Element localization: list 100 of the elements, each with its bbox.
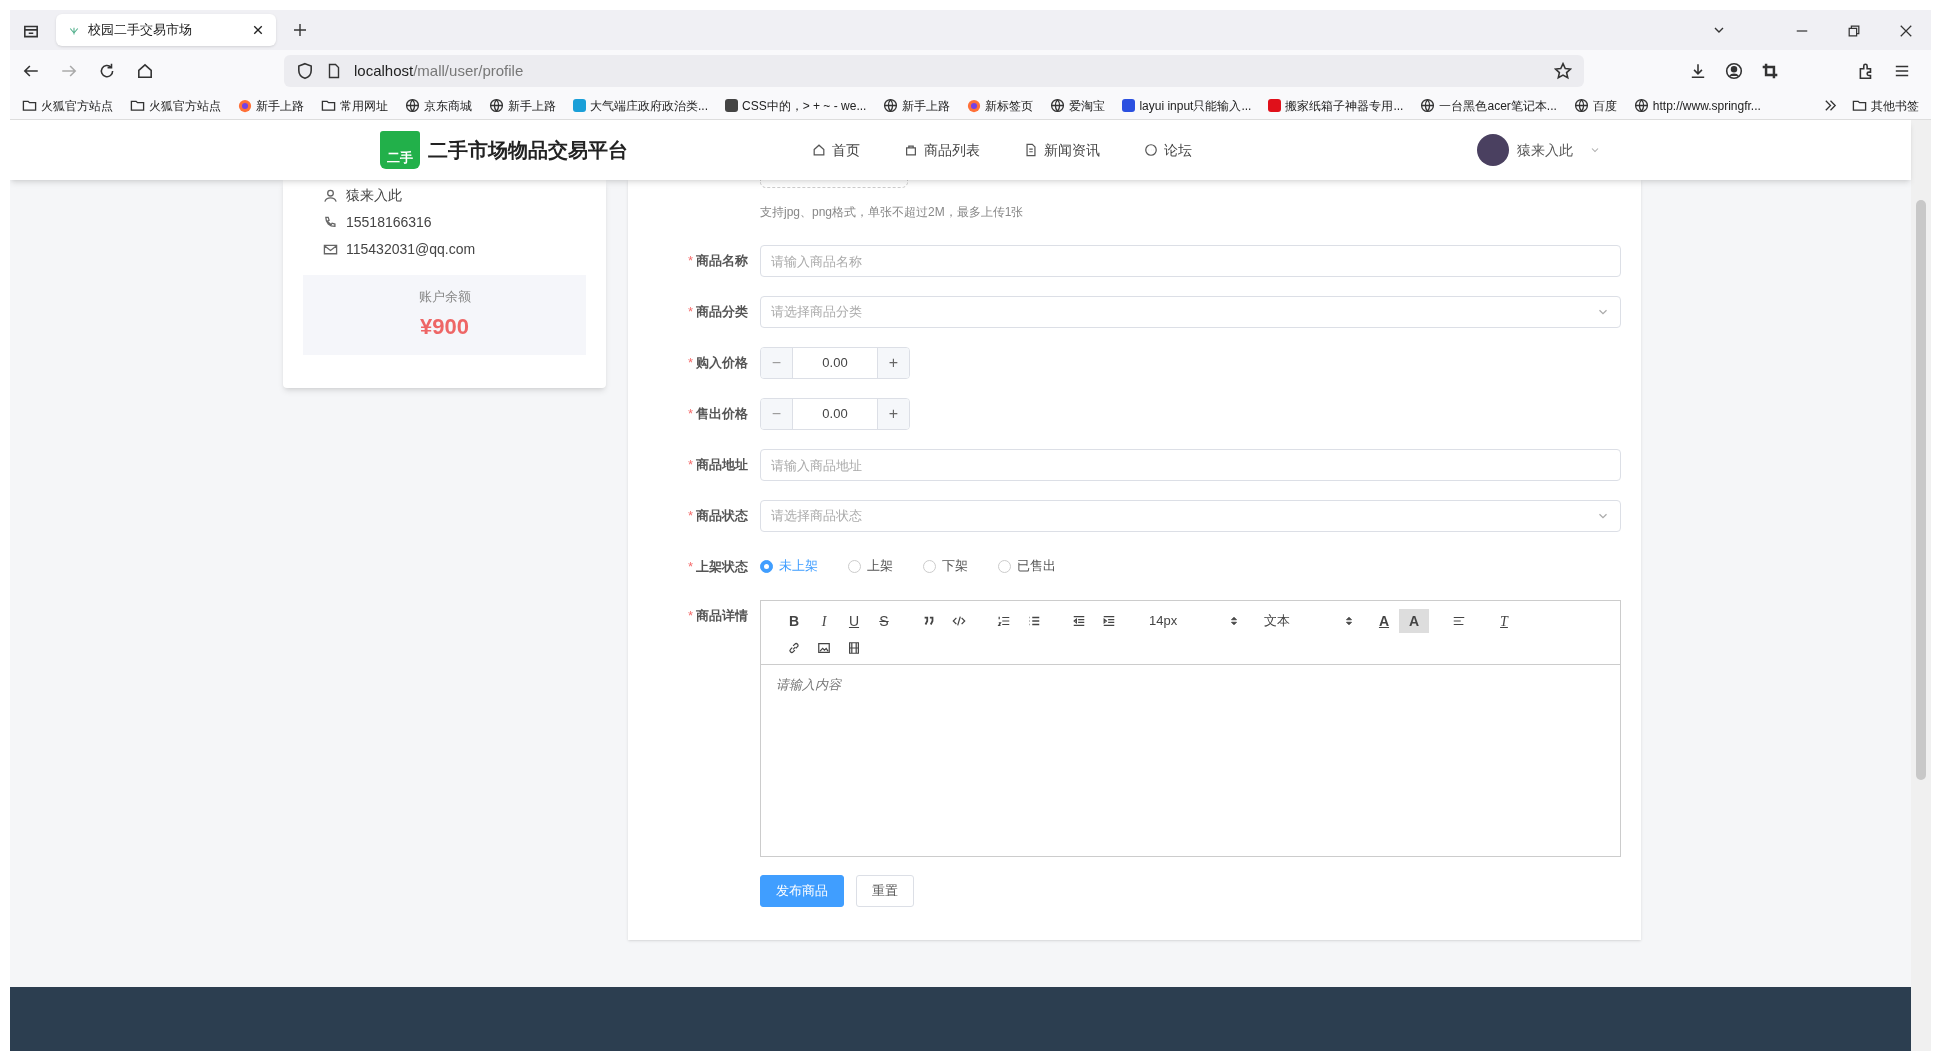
- field-label: 购入价格: [696, 354, 748, 372]
- logo-badge: 二手: [380, 131, 420, 169]
- color-button[interactable]: A: [1369, 609, 1399, 633]
- editor-content[interactable]: 请输入内容: [761, 665, 1620, 856]
- number-input[interactable]: − 0.00 +: [760, 398, 910, 430]
- nav-link[interactable]: 论坛: [1144, 139, 1192, 161]
- close-icon[interactable]: [252, 24, 264, 36]
- nav-link[interactable]: 首页: [812, 139, 860, 161]
- address-bar[interactable]: localhost/mall/user/profile: [284, 55, 1584, 87]
- text-input[interactable]: 请输入商品名称: [760, 245, 1621, 277]
- ol-icon: [997, 614, 1011, 628]
- account-icon[interactable]: [1725, 62, 1743, 80]
- bookmark-item[interactable]: 新手上路: [883, 96, 951, 115]
- phone-number: 15518166316: [346, 213, 432, 232]
- background-button[interactable]: A: [1399, 609, 1429, 633]
- field-label: 商品详情: [696, 607, 748, 625]
- radio-option[interactable]: 上架: [848, 556, 893, 576]
- close-icon[interactable]: [1899, 24, 1913, 38]
- download-icon[interactable]: [1689, 62, 1707, 80]
- home-icon[interactable]: [136, 62, 154, 80]
- globe-icon: [883, 98, 899, 113]
- underline-button[interactable]: U: [839, 609, 869, 633]
- chevrons-right-icon[interactable]: [1823, 98, 1838, 113]
- indent-icon: [1102, 614, 1116, 628]
- balance-label: 账户余额: [418, 287, 471, 306]
- shield-icon: [296, 62, 314, 80]
- field-label: 上架状态: [696, 558, 748, 576]
- field-label: 商品分类: [696, 303, 748, 321]
- bold-button[interactable]: B: [779, 609, 809, 633]
- strike-button[interactable]: S: [869, 609, 899, 633]
- globe-icon: [1633, 98, 1649, 113]
- doc-icon: [1024, 143, 1038, 157]
- upload-hint: 支持jpg、png格式，单张不超过2M，最多上传1张: [760, 204, 1025, 221]
- new-tab-icon[interactable]: [292, 22, 308, 38]
- font-picker[interactable]: 文本: [1264, 611, 1354, 631]
- nav-link[interactable]: 新闻资讯: [1024, 139, 1100, 161]
- bookmark-item[interactable]: 京东商城: [405, 96, 472, 115]
- globe-icon: [489, 98, 504, 113]
- star-icon[interactable]: [1554, 62, 1572, 80]
- clean-button[interactable]: T: [1489, 609, 1519, 633]
- ul-icon: [1027, 614, 1041, 628]
- field-label: 商品状态: [696, 507, 748, 525]
- font-size-picker[interactable]: 14px: [1149, 611, 1239, 631]
- increase-button[interactable]: +: [877, 399, 909, 429]
- bookmark-item[interactable]: 新手上路: [489, 96, 556, 115]
- scrollbar[interactable]: [1911, 120, 1931, 1051]
- home-icon: [812, 143, 826, 157]
- tab-title: 校园二手交易市场: [88, 21, 193, 40]
- user-menu[interactable]: 猿来入此: [1477, 134, 1601, 166]
- balance-amount: ¥900: [420, 313, 469, 342]
- browser-tab[interactable]: 校园二手交易市场: [56, 14, 276, 46]
- reset-button[interactable]: 重置: [856, 875, 914, 907]
- rich-text-editor[interactable]: B I U S 14px 文本 A A T 请输入内容: [760, 600, 1621, 857]
- radio-option[interactable]: 已售出: [998, 556, 1056, 576]
- video-icon: [847, 641, 861, 655]
- text-input[interactable]: 请输入商品地址: [760, 449, 1621, 481]
- number-input[interactable]: − 0.00 +: [760, 347, 910, 379]
- increase-button[interactable]: +: [877, 348, 909, 378]
- nav-link[interactable]: 商品列表: [904, 139, 980, 161]
- bookmark-item[interactable]: 火狐官方站点: [22, 96, 113, 115]
- bookmark-item[interactable]: 火狐官方站点: [130, 96, 221, 115]
- bookmark-item[interactable]: 搬家纸箱子神器专用...: [1268, 96, 1404, 115]
- globe-icon: [1420, 98, 1436, 113]
- image-icon: [817, 641, 831, 655]
- bookmark-item[interactable]: CSS中的，> + ~ - we...: [725, 96, 867, 115]
- radio-option[interactable]: 下架: [923, 556, 968, 576]
- bookmark-item[interactable]: 新手上路: [238, 96, 304, 115]
- bookmark-item[interactable]: 百度: [1573, 96, 1617, 115]
- restore-icon[interactable]: [1847, 24, 1861, 38]
- bookmark-item[interactable]: layui input只能输入...: [1122, 96, 1252, 115]
- bookmark-item[interactable]: 新标签页: [967, 96, 1034, 115]
- required-mark: *: [687, 558, 693, 576]
- bookmark-item[interactable]: 大气端庄政府政治类...: [573, 96, 708, 115]
- bookmark-item[interactable]: 常用网址: [321, 96, 388, 115]
- bookmark-item[interactable]: 其他书签: [1852, 96, 1919, 115]
- mail-icon: [323, 242, 338, 257]
- italic-button[interactable]: I: [809, 609, 839, 633]
- bookmark-item[interactable]: 爱淘宝: [1050, 96, 1106, 115]
- fox-icon: [967, 98, 982, 113]
- folder-icon: [1852, 98, 1867, 113]
- reload-icon[interactable]: [98, 62, 116, 80]
- field-label: 商品名称: [696, 252, 748, 270]
- required-mark: *: [687, 354, 693, 372]
- outdent-icon: [1072, 614, 1086, 628]
- folder-icon: [321, 98, 336, 113]
- link-icon: [787, 641, 801, 655]
- field-label: 售出价格: [696, 405, 748, 423]
- avatar: [1477, 134, 1509, 166]
- folder-icon: [22, 98, 37, 113]
- chat-icon: [1144, 143, 1158, 157]
- bookmark-item[interactable]: http://www.springfr...: [1633, 96, 1761, 115]
- user-name: 猿来入此: [346, 186, 402, 205]
- bookmark-item[interactable]: 一台黑色acer笔记本...: [1420, 96, 1557, 115]
- required-mark: *: [687, 252, 693, 270]
- field-label: 商品地址: [696, 456, 748, 474]
- user-icon: [323, 188, 338, 203]
- scrollbar-thumb[interactable]: [1916, 200, 1926, 780]
- required-mark: *: [687, 303, 693, 321]
- crop-icon[interactable]: [1761, 62, 1779, 80]
- globe-icon: [1573, 98, 1589, 113]
